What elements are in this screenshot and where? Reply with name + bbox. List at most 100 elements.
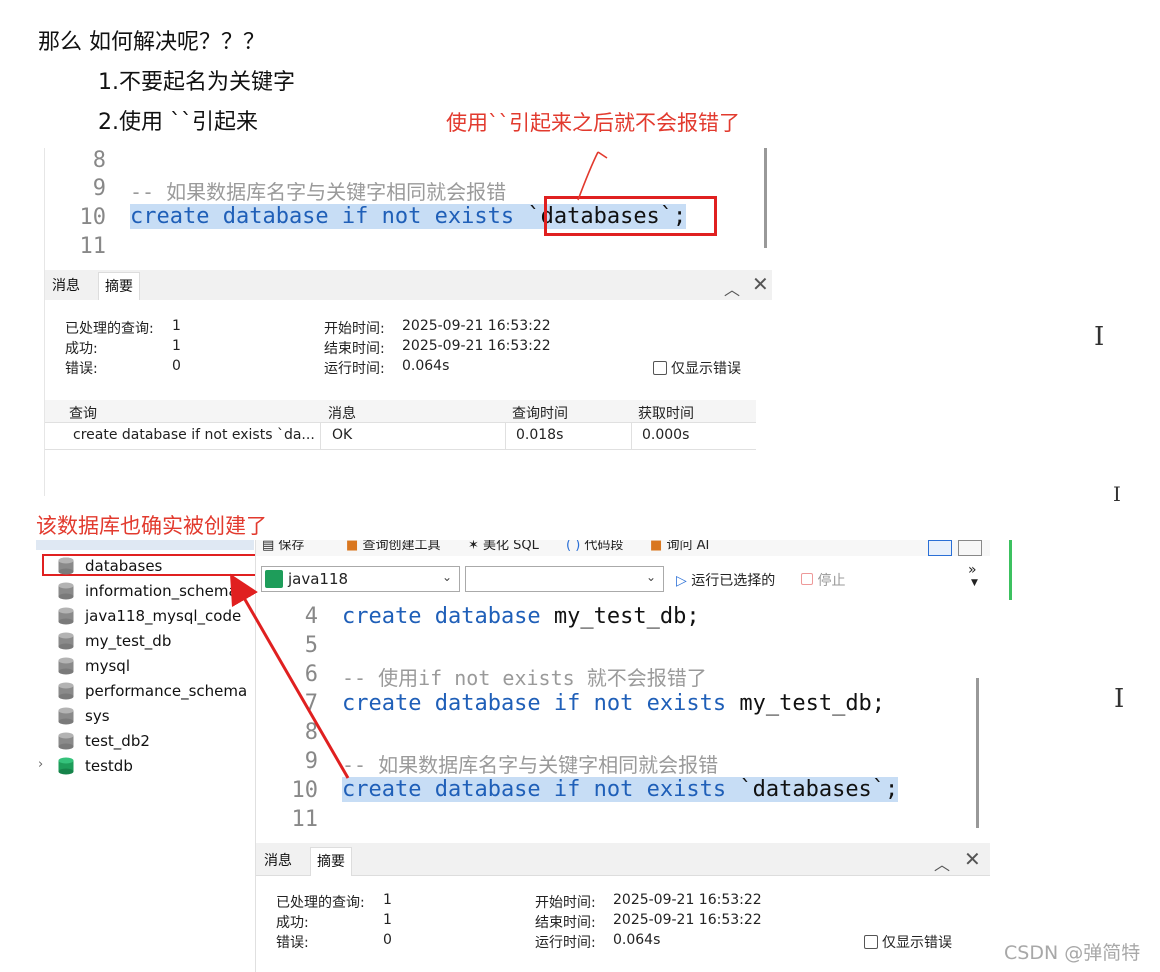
end-time-label: 结束时间: — [535, 915, 596, 931]
code-statement: create database if not exists my_test_db… — [342, 691, 885, 716]
code-comment: -- 如果数据库名字与关键字相同就会报错 — [342, 753, 719, 777]
cell-query-time: 0.018s — [516, 427, 564, 443]
snippet-icon: ( ) — [566, 540, 581, 553]
tree-item-information-schema[interactable]: information_schema — [85, 582, 238, 600]
only-errors-checkbox[interactable]: 仅显示错误 — [864, 932, 952, 952]
tab-messages[interactable]: 消息 — [46, 272, 86, 300]
vertical-scrollbar[interactable] — [764, 148, 767, 248]
red-arrow-icon — [230, 573, 350, 779]
runtime-value: 0.064s — [613, 932, 661, 948]
code-keyword: create database — [342, 604, 541, 629]
text-cursor-icon: I — [1094, 322, 1105, 352]
tree-item-test-db2[interactable]: test_db2 — [85, 732, 150, 750]
query-editor-window: ▤ 保存 ■ 查询创建工具 ✶ 美化 SQL ( ) 代码段 ■ 询问 AI j… — [255, 540, 990, 972]
runtime-label: 运行时间: — [535, 935, 596, 951]
error-label: 错误: — [65, 361, 98, 377]
toolbar-dropdown-icon[interactable]: ▼ — [971, 578, 978, 588]
ai-icon: ■ — [650, 540, 663, 553]
snippet-button[interactable]: ( ) 代码段 — [566, 540, 623, 553]
query-builder-button[interactable]: ■ 查询创建工具 — [346, 540, 440, 553]
cell-message: OK — [332, 427, 353, 443]
play-icon: ▷ — [676, 573, 687, 589]
code-statement-highlighted: create database if not exists `databases… — [342, 777, 899, 802]
database-icon — [58, 557, 74, 575]
error-value: 0 — [383, 932, 392, 948]
bottom-result-tabbar: 消息 摘要 ︿ ✕ — [256, 843, 990, 876]
col-header-fetch-time[interactable]: 获取时间 — [638, 403, 694, 423]
close-icon[interactable]: ✕ — [964, 847, 981, 871]
vertical-scrollbar[interactable] — [976, 678, 979, 828]
tree-item-testdb[interactable]: testdb — [85, 757, 133, 775]
window-edge-indicator — [1009, 540, 1012, 600]
run-selected-button[interactable]: ▷ 运行已选择的 — [676, 570, 775, 590]
col-header-message[interactable]: 消息 — [328, 403, 356, 423]
start-time-label: 开始时间: — [324, 321, 385, 337]
database-select[interactable]: ⌄ — [465, 566, 664, 592]
column-divider — [320, 423, 321, 449]
beautify-sql-button[interactable]: ✶ 美化 SQL — [468, 540, 539, 553]
top-screenshot: 8 9 10 11 -- 如果数据库名字与关键字相同就会报错 create da… — [44, 148, 772, 496]
code-statement: create database my_test_db; — [342, 604, 700, 629]
error-value: 0 — [172, 358, 181, 374]
toolbar-top: ▤ 保存 ■ 查询创建工具 ✶ 美化 SQL ( ) 代码段 ■ 询问 AI — [256, 540, 990, 556]
database-icon — [58, 682, 74, 700]
database-icon — [58, 582, 74, 600]
tab-summary[interactable]: 摘要 — [310, 847, 352, 876]
chevron-down-icon: ⌄ — [442, 570, 453, 584]
chevron-up-icon[interactable]: ︿ — [934, 851, 950, 875]
only-errors-checkbox[interactable]: 仅显示错误 — [653, 358, 741, 378]
line-number: 10 — [79, 205, 107, 230]
tree-item-java118-mysql-code[interactable]: java118_mysql_code — [85, 607, 241, 625]
end-time-value: 2025-09-21 16:53:22 — [613, 912, 762, 928]
layout-toggle-icon[interactable] — [928, 540, 952, 556]
runtime-value: 0.064s — [402, 358, 450, 374]
end-time-value: 2025-09-21 16:53:22 — [402, 338, 551, 354]
runtime-label: 运行时间: — [324, 361, 385, 377]
chevron-down-icon: ⌄ — [646, 570, 657, 584]
tab-summary[interactable]: 摘要 — [98, 272, 140, 301]
checkbox-icon — [653, 361, 667, 375]
col-header-query[interactable]: 查询 — [69, 403, 97, 423]
error-label: 错误: — [276, 935, 309, 951]
tree-parent-row[interactable] — [36, 540, 254, 550]
top-summary-panel: 已处理的查询: 1 成功: 1 错误: 0 开始时间: 2025-09-21 1… — [44, 300, 772, 400]
only-errors-label: 仅显示错误 — [671, 361, 741, 377]
tree-item-my-test-db[interactable]: my_test_db — [85, 632, 171, 650]
checkbox-icon — [864, 935, 878, 949]
text-cursor-icon: I — [1114, 684, 1125, 714]
tree-item-sys[interactable]: sys — [85, 707, 110, 725]
tab-messages[interactable]: 消息 — [258, 847, 298, 875]
annotation-created-note: 该数据库也确实被创建了 — [36, 514, 267, 538]
top-result-tabbar: 消息 摘要 ︿ ✕ — [44, 270, 772, 301]
stop-button[interactable]: 停止 — [801, 570, 845, 590]
code-identifier: my_test_db; — [726, 691, 886, 716]
split-view-icon[interactable] — [958, 540, 982, 556]
col-header-query-time[interactable]: 查询时间 — [512, 403, 568, 423]
chevron-right-icon[interactable]: › — [38, 757, 43, 772]
database-icon — [58, 657, 74, 675]
save-button[interactable]: ▤ 保存 — [262, 540, 304, 553]
line-number: 11 — [291, 807, 319, 832]
intro-option-2: 2.使用 ``引起来 — [98, 110, 258, 135]
text-cursor-icon: I — [1113, 482, 1121, 506]
stop-icon — [801, 573, 813, 585]
code-identifier: `databases`; — [726, 777, 899, 802]
annotation-backtick-note: 使用``引起来之后就不会报错了 — [446, 111, 740, 135]
result-table-header: 查询 消息 查询时间 获取时间 — [44, 400, 756, 423]
tree-item-databases[interactable]: databases — [85, 557, 162, 575]
code-comment: -- 使用if not exists 就不会报错了 — [342, 666, 707, 690]
ask-ai-button[interactable]: ■ 询问 AI — [650, 540, 709, 553]
close-icon[interactable]: ✕ — [752, 272, 769, 296]
table-row[interactable]: create database if not exists `da... OK … — [44, 423, 756, 450]
beautify-label: 美化 SQL — [483, 540, 539, 553]
line-number: 11 — [79, 234, 107, 259]
processed-label: 已处理的查询: — [65, 321, 154, 337]
toolbar-overflow-icon[interactable]: » — [968, 562, 977, 578]
cell-query: create database if not exists `da... — [73, 427, 315, 443]
bottom-code-editor[interactable]: 4 5 6 7 8 9 10 11 create database my_tes… — [256, 598, 990, 840]
navigator-tree: databases information_schema java118_mys… — [20, 540, 262, 780]
tree-item-mysql[interactable]: mysql — [85, 657, 130, 675]
code-identifier: my_test_db; — [540, 604, 700, 629]
ask-ai-label: 询问 AI — [666, 540, 710, 553]
chevron-up-icon[interactable]: ︿ — [724, 276, 740, 300]
